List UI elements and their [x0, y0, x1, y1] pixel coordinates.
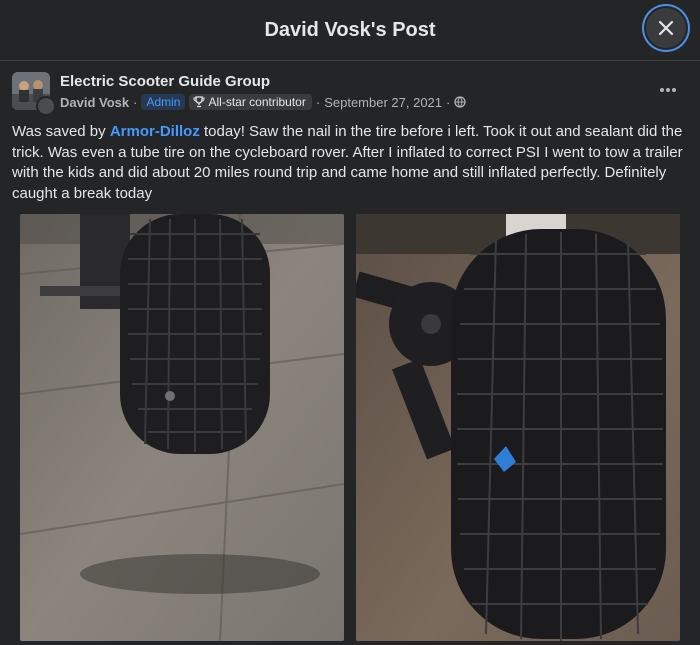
- post-date-link[interactable]: September 27, 2021: [324, 95, 442, 110]
- allstar-badge-label: All-star contributor: [208, 95, 306, 109]
- post-body: Was saved by Armor-Dilloz today! Saw the…: [12, 122, 692, 204]
- dialog-title: David Vosk's Post: [264, 18, 436, 41]
- separator-dot: ·: [133, 94, 138, 110]
- globe-icon: [454, 96, 467, 108]
- post-meta: David Vosk · Admin All-star contributor …: [60, 94, 467, 110]
- post-dialog-header: David Vosk's Post: [0, 0, 700, 61]
- group-name-link[interactable]: Electric Scooter Guide Group: [60, 73, 270, 90]
- separator-dot: ·: [446, 94, 451, 110]
- post-photo-2[interactable]: [356, 214, 680, 641]
- close-button[interactable]: [646, 8, 686, 48]
- post-header: Electric Scooter Guide Group David Vosk …: [12, 70, 688, 116]
- post-photo-1[interactable]: [20, 214, 344, 641]
- trophy-icon: [193, 96, 205, 108]
- more-options-icon: [660, 88, 676, 92]
- author-avatar[interactable]: [36, 96, 56, 116]
- close-icon: [658, 20, 674, 36]
- admin-badge[interactable]: Admin: [141, 94, 186, 110]
- allstar-contributor-badge[interactable]: All-star contributor: [189, 94, 312, 110]
- more-options-button[interactable]: [656, 80, 680, 100]
- author-name-link[interactable]: David Vosk: [60, 95, 129, 110]
- post-text-start: Was saved by: [12, 123, 110, 140]
- mention-link[interactable]: Armor-Dilloz: [110, 123, 200, 140]
- separator-dot: ·: [315, 94, 321, 110]
